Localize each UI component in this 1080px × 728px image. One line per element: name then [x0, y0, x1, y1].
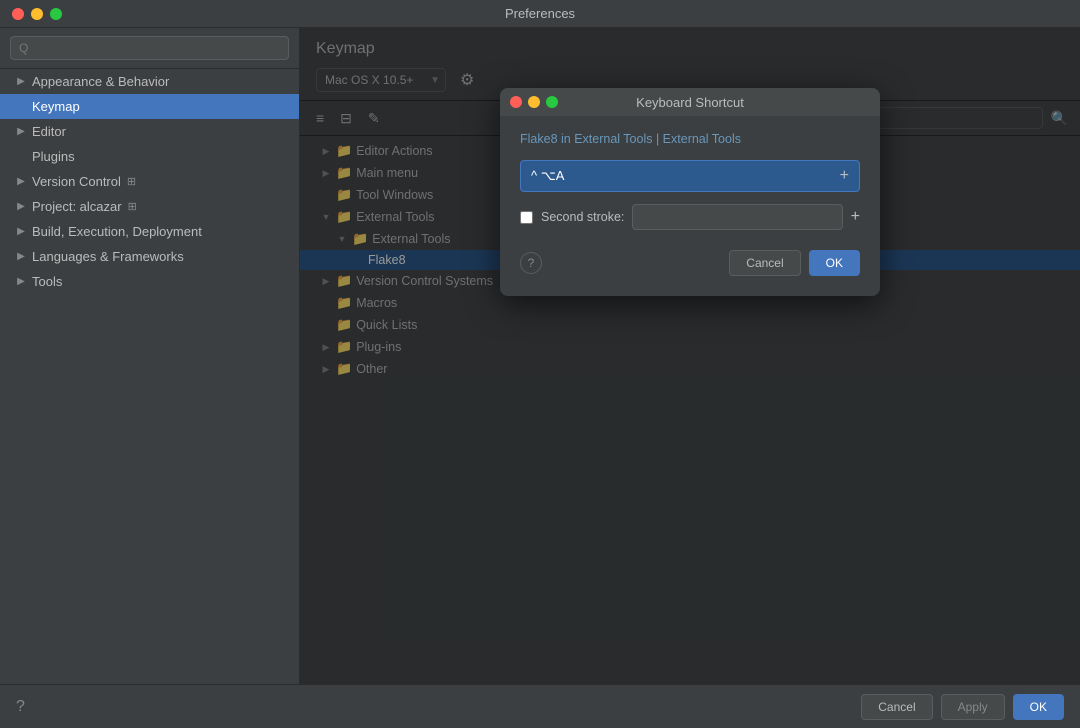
help-icon[interactable]: ? — [16, 698, 25, 716]
sidebar-item-editor[interactable]: ▶ Editor — [0, 119, 299, 144]
chevron-right-icon: ▶ — [16, 251, 26, 262]
second-stroke-input[interactable] — [632, 204, 842, 230]
chevron-right-icon: ▶ — [16, 176, 26, 187]
dialog-subtitle-path: in External Tools | External Tools — [558, 132, 741, 146]
shortcut-field[interactable]: ^ ⌥A + — [520, 160, 860, 192]
chevron-right-icon: ▶ — [16, 201, 26, 212]
cancel-button[interactable]: Cancel — [861, 694, 932, 720]
sidebar-list: ▶ Appearance & Behavior Keymap ▶ Editor … — [0, 69, 299, 684]
sidebar-item-keymap[interactable]: Keymap — [0, 94, 299, 119]
sidebar: ▶ Appearance & Behavior Keymap ▶ Editor … — [0, 28, 300, 684]
sidebar-search-container — [0, 28, 299, 69]
dialog-minimize-button[interactable] — [528, 96, 540, 108]
dialog-close-button[interactable] — [510, 96, 522, 108]
minimize-button[interactable] — [31, 8, 43, 20]
dialog-traffic-lights — [510, 96, 558, 108]
dialog-footer: ? Cancel OK — [520, 250, 860, 276]
window-title: Preferences — [505, 6, 575, 21]
dialog-cancel-button[interactable]: Cancel — [729, 250, 800, 276]
second-stroke-row: Second stroke: + — [520, 204, 860, 230]
apply-button[interactable]: Apply — [941, 694, 1005, 720]
chevron-right-icon: ▶ — [16, 76, 26, 87]
dialog-title: Keyboard Shortcut — [636, 95, 744, 110]
add-shortcut-icon[interactable]: + — [840, 167, 849, 185]
modal-overlay: Keyboard Shortcut Flake8 in External Too… — [300, 28, 1080, 684]
second-stroke-label: Second stroke: — [541, 210, 624, 224]
chevron-right-icon: ▶ — [16, 226, 26, 237]
chevron-right-icon: ▶ — [16, 276, 26, 287]
sidebar-item-appearance[interactable]: ▶ Appearance & Behavior — [0, 69, 299, 94]
shortcut-value: ^ ⌥A — [531, 168, 832, 184]
traffic-lights — [12, 8, 62, 20]
second-stroke-checkbox[interactable] — [520, 211, 533, 224]
sidebar-item-tools[interactable]: ▶ Tools — [0, 269, 299, 294]
dialog-help-button[interactable]: ? — [520, 252, 542, 274]
db-icon: ⊞ — [127, 175, 136, 188]
maximize-button[interactable] — [50, 8, 62, 20]
bottom-bar: ? Cancel Apply OK — [0, 684, 1080, 728]
sidebar-item-build[interactable]: ▶ Build, Execution, Deployment — [0, 219, 299, 244]
dialog-titlebar: Keyboard Shortcut — [500, 88, 880, 116]
bottom-actions: Cancel Apply OK — [861, 694, 1064, 720]
chevron-right-icon: ▶ — [16, 126, 26, 137]
dialog-maximize-button[interactable] — [546, 96, 558, 108]
sidebar-item-version-control[interactable]: ▶ Version Control ⊞ — [0, 169, 299, 194]
dialog-actions: Cancel OK — [729, 250, 860, 276]
dialog-subtitle-flake8: Flake8 — [520, 132, 558, 146]
db-icon: ⊞ — [128, 200, 137, 213]
keyboard-shortcut-dialog: Keyboard Shortcut Flake8 in External Too… — [500, 88, 880, 296]
close-button[interactable] — [12, 8, 24, 20]
dialog-body: Flake8 in External Tools | External Tool… — [500, 116, 880, 296]
add-second-stroke-icon[interactable]: + — [851, 208, 860, 226]
main-container: ▶ Appearance & Behavior Keymap ▶ Editor … — [0, 28, 1080, 684]
ok-button[interactable]: OK — [1013, 694, 1064, 720]
dialog-ok-button[interactable]: OK — [809, 250, 860, 276]
sidebar-item-languages[interactable]: ▶ Languages & Frameworks — [0, 244, 299, 269]
sidebar-item-project[interactable]: ▶ Project: alcazar ⊞ — [0, 194, 299, 219]
dialog-subtitle: Flake8 in External Tools | External Tool… — [520, 132, 860, 146]
content-area: Keymap Mac OS X 10.5+ ▼ ⚙ ≡ ⊟ ✎ 🔍 ▶ — [300, 28, 1080, 684]
sidebar-search-input[interactable] — [10, 36, 289, 60]
sidebar-item-plugins[interactable]: Plugins — [0, 144, 299, 169]
title-bar: Preferences — [0, 0, 1080, 28]
